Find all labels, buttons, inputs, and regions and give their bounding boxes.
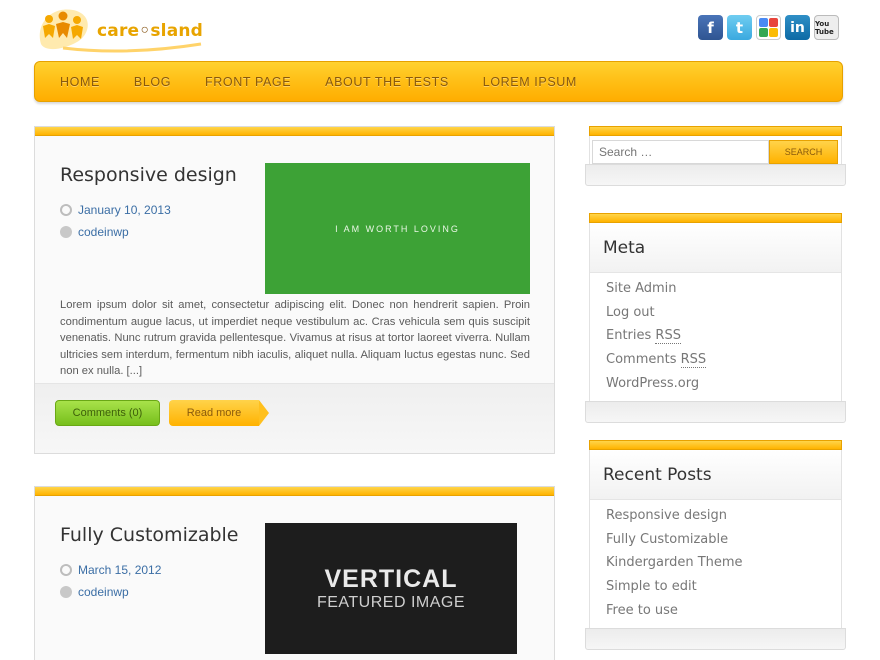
linkedin-icon[interactable]: in [785,15,810,40]
recent-post-link[interactable]: Kindergarden Theme [606,551,841,575]
post-date[interactable]: January 10, 2013 [57,201,171,219]
rss-abbr: RSS [680,352,707,369]
post-card: Fully Customizable March 15, 2012 codein… [34,486,555,660]
google-icon[interactable] [756,15,781,40]
thumbnail-text: I AM WORTH LOVING [335,223,460,234]
post-author[interactable]: codeinwp [60,585,129,599]
widget-title: Meta [590,223,841,273]
facebook-icon[interactable]: f [698,15,723,40]
search-input[interactable] [592,140,769,164]
search-button[interactable]: SEARCH [769,140,838,164]
thumbnail-title: VERTICAL [324,565,458,593]
logo-text-island: sland [150,21,204,41]
post-date-text: March 15, 2012 [78,563,162,577]
nav-lorem-ipsum[interactable]: LOREM IPSUM [466,75,594,89]
post-title[interactable]: Responsive design [60,164,237,186]
post-date[interactable]: March 15, 2012 [57,561,162,579]
twitter-icon[interactable]: t [727,15,752,40]
widget-title: Recent Posts [590,450,841,500]
post-author-text: codeinwp [78,585,129,599]
thumbnail-subtitle: FEATURED IMAGE [316,594,466,611]
nav-about-the-tests[interactable]: ABOUT THE TESTS [308,75,466,89]
entries-label: Entries [606,328,652,344]
nav-front-page[interactable]: FRONT PAGE [188,75,308,89]
read-more-button[interactable]: Read more [169,400,269,426]
widget-topbar [589,126,842,136]
post-thumbnail[interactable]: VERTICAL FEATURED IMAGE [265,523,517,654]
post-card: Responsive design January 10, 2013 codei… [34,126,555,454]
post-excerpt: Lorem ipsum dolor sit amet, consectetur … [60,299,530,377]
recent-post-link[interactable]: Responsive design [606,504,841,528]
nav-blog[interactable]: BLOG [117,75,188,89]
logo-text: care◦sland [97,21,203,41]
nav-home[interactable]: HOME [43,75,117,89]
search-widget: SEARCH [585,126,846,186]
recent-posts-body: Recent Posts Responsive design Fully Cus… [589,450,842,629]
widget-footer [585,401,846,424]
recent-post-link[interactable]: Free to use [606,599,841,623]
post-footer: Comments (0) Read more [35,383,554,453]
recent-post-link[interactable]: Fully Customizable [606,528,841,552]
widget-topbar [589,440,842,450]
search-body: SEARCH [589,136,842,164]
recent-posts-widget: Recent Posts Responsive design Fully Cus… [585,440,846,651]
logo-text-island-i: ◦ [139,21,151,41]
main-nav: HOME BLOG FRONT PAGE ABOUT THE TESTS LOR… [34,61,843,102]
site-logo[interactable]: care◦sland [33,4,203,54]
post-topbar [35,127,554,136]
post-topbar [35,487,554,496]
meta-body: Meta Site Admin Log out Entries RSS Comm… [589,223,842,402]
paperclip-icon [57,201,75,219]
meta-link-entries-rss[interactable]: Entries RSS [606,324,841,348]
post-author[interactable]: codeinwp [60,225,129,239]
youtube-icon[interactable]: You Tube [814,15,839,40]
rss-abbr: RSS [655,328,681,345]
post-author-text: codeinwp [78,225,129,239]
widget-footer [585,628,846,651]
meta-link-wordpress[interactable]: WordPress.org [606,372,841,396]
social-icons: f t in You Tube [698,15,839,40]
user-icon [60,226,72,238]
comments-label: Comments [606,352,677,368]
logo-text-care: care [97,21,140,41]
user-icon [60,586,72,598]
meta-link-comments-rss[interactable]: Comments RSS [606,348,841,372]
post-title[interactable]: Fully Customizable [60,524,239,546]
post-thumbnail[interactable]: I AM WORTH LOVING [265,163,530,294]
comments-button[interactable]: Comments (0) [55,400,160,426]
post-date-text: January 10, 2013 [78,203,171,217]
meta-link-site-admin[interactable]: Site Admin [606,277,841,301]
widget-topbar [589,213,842,223]
meta-link-log-out[interactable]: Log out [606,301,841,325]
recent-post-link[interactable]: Simple to edit [606,575,841,599]
meta-widget: Meta Site Admin Log out Entries RSS Comm… [585,213,846,424]
paperclip-icon [57,561,75,579]
widget-footer [585,164,846,186]
